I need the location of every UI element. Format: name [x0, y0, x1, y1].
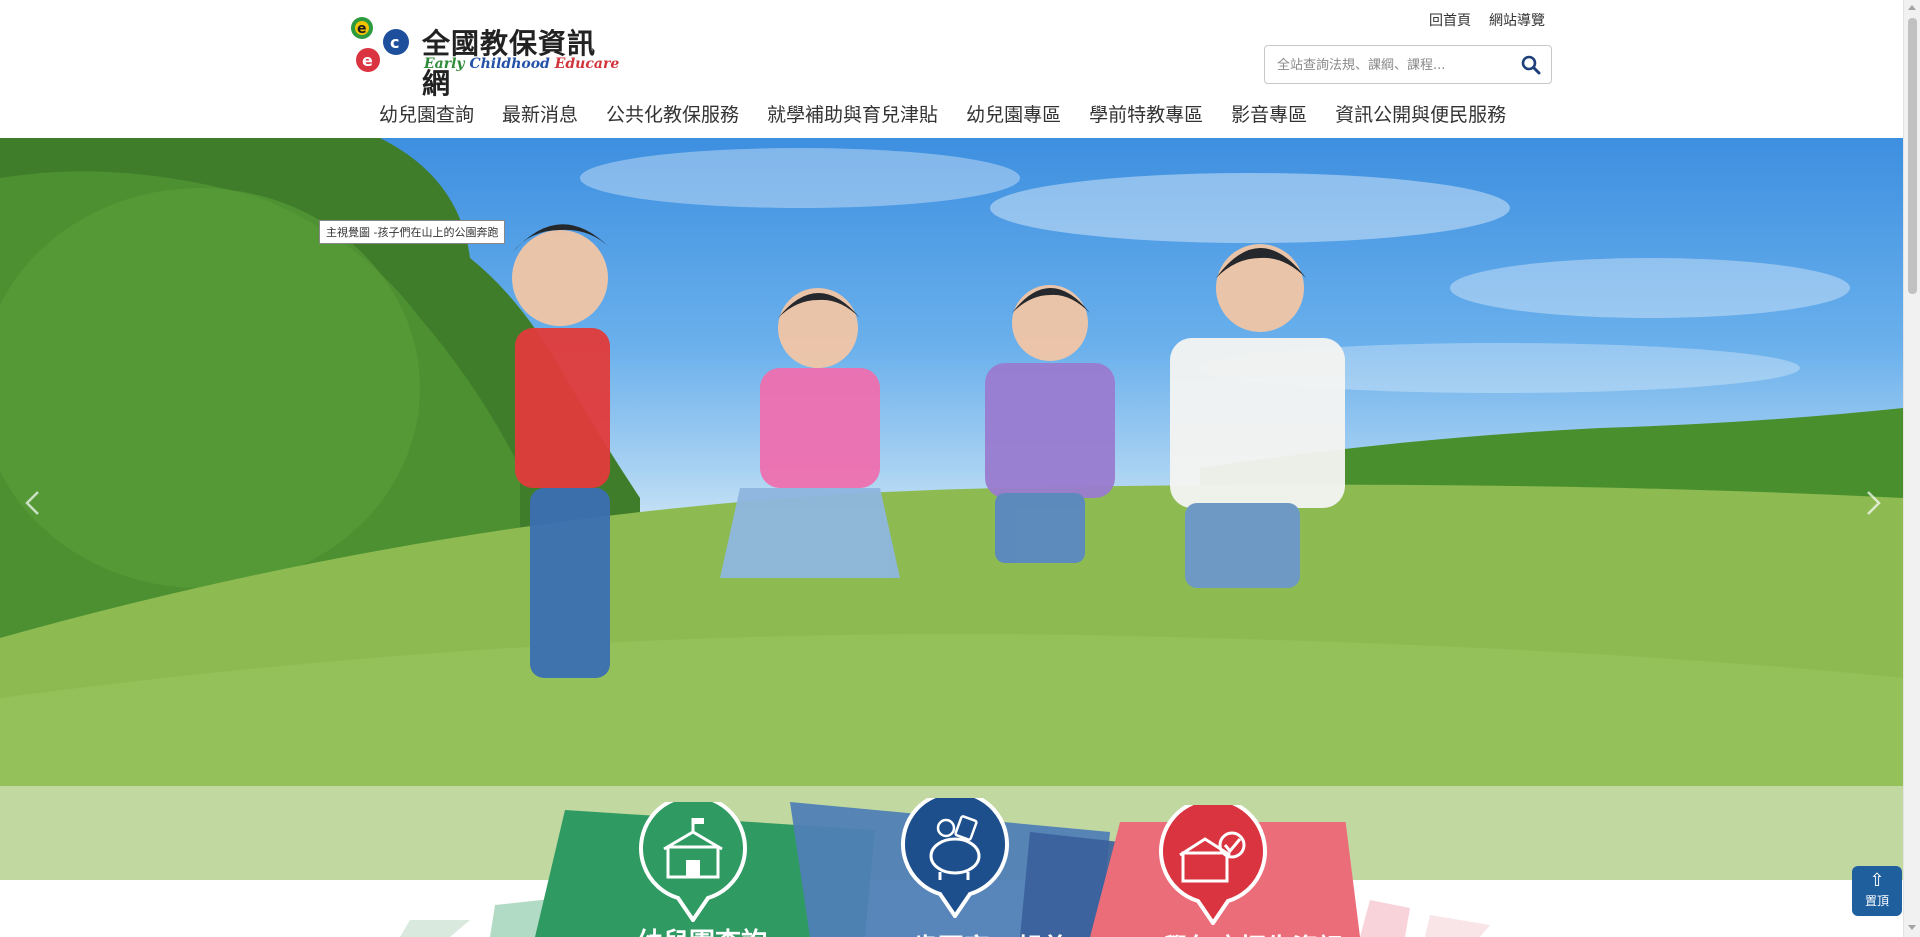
arrow-up-icon: ⇧	[1869, 870, 1885, 891]
search-input[interactable]	[1275, 54, 1515, 76]
page: e c e 全國教保資訊網 Early Childhood Educare 回首…	[0, 0, 1920, 937]
utility-links: 回首頁 網站導覽	[1429, 10, 1545, 30]
hero-image-tooltip: 主視覺圖 -孩子們在山上的公園奔跑	[319, 220, 506, 244]
scroll-down-icon[interactable]	[1908, 925, 1916, 930]
subtitle-word-early: Early	[424, 56, 465, 72]
home-link[interactable]: 回首頁	[1429, 10, 1471, 30]
search-icon[interactable]	[1521, 55, 1541, 75]
subtitle-word-educare: Educare	[554, 56, 620, 72]
nav-open-information[interactable]: 資訊公開與便民服務	[1321, 100, 1520, 127]
site-header: e c e 全國教保資訊網 Early Childhood Educare 回首…	[0, 0, 1903, 138]
site-subtitle: Early Childhood Educare	[424, 56, 619, 72]
sitemap-link[interactable]: 網站導覽	[1489, 10, 1545, 30]
nav-news[interactable]: 最新消息	[488, 100, 592, 127]
site-logo[interactable]: e c e 全國教保資訊網 Early Childhood Educare	[350, 16, 620, 100]
site-search	[1264, 45, 1552, 84]
enrollment-check-icon[interactable]	[1158, 805, 1268, 925]
hero-prev-arrow-icon[interactable]	[18, 488, 48, 518]
nav-kindergarten-search[interactable]: 幼兒園查詢	[365, 100, 488, 127]
page-scrollbar[interactable]	[1903, 0, 1920, 937]
logo-letter-e2: e	[362, 51, 373, 70]
card-label-enrollment-info[interactable]: 111學年度招生資訊	[1108, 928, 1344, 937]
logo-letter-e1: e	[357, 21, 367, 37]
ecec-logo-icon: e c e	[351, 17, 409, 72]
main-nav: 幼兒園查詢 最新消息 公共化教保服務 就學補助與育兒津貼 幼兒園專區 學前特教專…	[365, 100, 1520, 127]
nav-media[interactable]: 影音專區	[1217, 100, 1321, 127]
scroll-thumb[interactable]	[1908, 18, 1917, 294]
school-icon[interactable]	[638, 802, 748, 922]
card-label-kindergarten-search[interactable]: 幼兒園查詢	[637, 922, 767, 937]
nav-public-services[interactable]: 公共化教保服務	[592, 100, 753, 127]
hero-next-arrow-icon[interactable]	[1858, 488, 1888, 518]
logo-letter-c: c	[390, 33, 399, 52]
nav-kindergarten-zone[interactable]: 幼兒園專區	[952, 100, 1075, 127]
subtitle-word-childhood: Childhood	[469, 56, 550, 72]
hero-banner: 主視覺圖 -孩子們在山上的公園奔跑	[0, 138, 1903, 880]
hero-image	[0, 138, 1903, 880]
card-label-national-support[interactable]: 0-6歲國家一起養	[865, 928, 1068, 937]
back-to-top-label: 置頂	[1864, 894, 1889, 908]
nav-subsidies[interactable]: 就學補助與育兒津貼	[753, 100, 952, 127]
nav-special-education[interactable]: 學前特教專區	[1075, 100, 1217, 127]
feature-cards: 幼兒園查詢 0-6歲國家一起養 111學年度招生資訊	[0, 790, 1903, 937]
piggy-bank-icon[interactable]	[900, 798, 1010, 918]
scroll-up-icon[interactable]	[1908, 5, 1916, 10]
back-to-top-button[interactable]: ⇧ 置頂	[1852, 866, 1902, 916]
